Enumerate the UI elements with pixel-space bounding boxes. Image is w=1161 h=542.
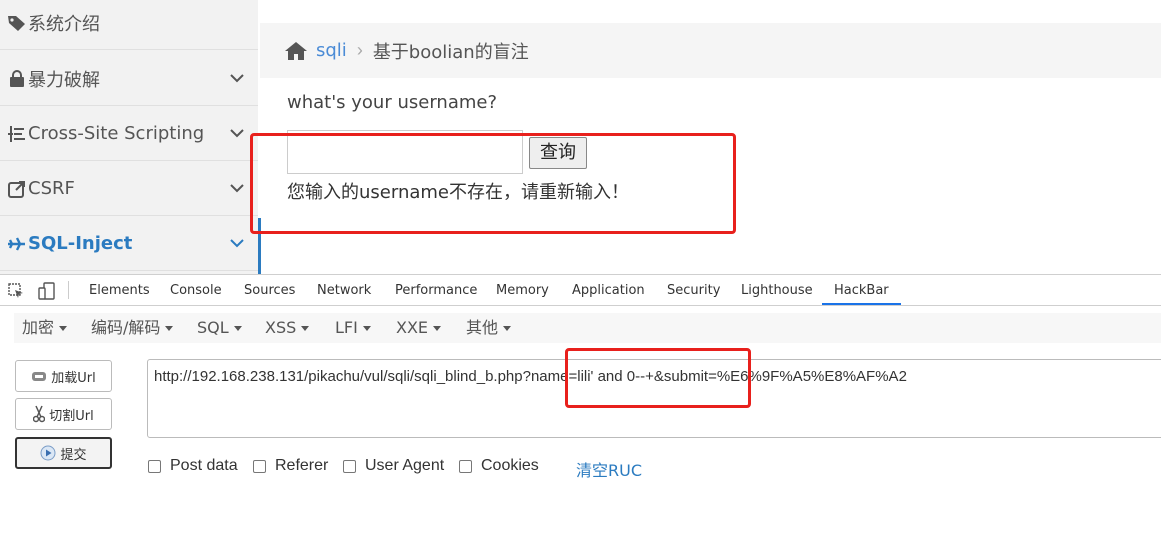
caret-down-icon: [59, 326, 68, 331]
caret-down-icon: [233, 326, 242, 331]
sidebar: 系统介绍 暴力破解 Cross-Site Scripting CSRF SQL-…: [0, 0, 258, 274]
user-agent-checkbox[interactable]: User Agent: [343, 457, 444, 475]
sidebar-item-csrf[interactable]: CSRF: [0, 162, 258, 216]
plane-icon: [6, 236, 28, 251]
chevron-down-icon: [230, 70, 244, 88]
menu-label: XXE: [396, 318, 429, 337]
menu-label: 编码/解码: [91, 318, 161, 337]
sidebar-item-label: SQL-Inject: [28, 233, 133, 254]
devtools-tabbar: Elements Console Sources Network Perform…: [0, 274, 1161, 306]
tab-performance[interactable]: Performance: [395, 275, 477, 305]
tree-icon: [6, 125, 28, 143]
checkbox-label: User Agent: [365, 457, 445, 474]
menu-label: SQL: [197, 318, 229, 337]
toolbar-divider: [68, 281, 69, 299]
device-toggle-icon[interactable]: [38, 282, 56, 305]
tab-application[interactable]: Application: [572, 275, 645, 305]
load-url-label: 加载Url: [51, 370, 96, 386]
checkbox-label: Referer: [275, 457, 329, 474]
checkbox-label: Cookies: [481, 457, 539, 474]
chevron-down-icon: [230, 180, 244, 198]
menu-xxe[interactable]: XXE: [396, 313, 442, 343]
sidebar-item-label: 暴力破解: [28, 69, 100, 91]
menu-encrypt[interactable]: 加密: [22, 313, 68, 343]
checkbox-box[interactable]: [459, 459, 472, 473]
sidebar-item-sqli[interactable]: SQL-Inject: [0, 217, 258, 271]
breadcrumb-separator: ›: [356, 40, 363, 60]
tab-network[interactable]: Network: [317, 275, 371, 305]
lock-icon: [6, 69, 28, 88]
sidebar-item-xss[interactable]: Cross-Site Scripting: [0, 107, 258, 161]
caret-down-icon: [165, 326, 174, 331]
tab-security[interactable]: Security: [667, 275, 720, 305]
clear-ruc-link[interactable]: 清空RUC: [576, 457, 642, 481]
menu-other[interactable]: 其他: [466, 313, 512, 343]
sidebar-item-intro[interactable]: 系统介绍: [0, 0, 258, 50]
breadcrumb-link-sqli[interactable]: sqli: [316, 40, 347, 61]
scissors-icon: [33, 405, 46, 423]
checkbox-label: Post data: [170, 457, 238, 474]
referer-checkbox[interactable]: Referer: [253, 457, 328, 475]
breadcrumb-current: 基于boolian的盲注: [372, 41, 529, 63]
highlight-box-payload: [565, 348, 751, 408]
checkbox-box[interactable]: [253, 459, 266, 473]
submit-label: 提交: [60, 447, 87, 463]
split-url-label: 切割Url: [49, 408, 94, 424]
caret-down-icon: [503, 326, 512, 331]
submit-button[interactable]: 提交: [15, 437, 112, 469]
chevron-down-icon: [230, 125, 244, 143]
play-icon: [40, 445, 56, 461]
highlight-box-form: [250, 133, 736, 234]
sidebar-item-label: CSRF: [28, 178, 75, 199]
external-link-icon: [6, 180, 28, 198]
menu-label: 加密: [22, 318, 55, 337]
username-prompt: what's your username?: [287, 92, 498, 113]
menu-label: XSS: [265, 318, 297, 337]
checkbox-box[interactable]: [148, 459, 161, 473]
checkbox-box[interactable]: [343, 459, 356, 473]
sidebar-item-label: 系统介绍: [28, 13, 100, 35]
hackbar-menu: 加密 编码/解码 SQL XSS LFI XXE 其他: [14, 313, 1161, 343]
load-url-button[interactable]: 加载Url: [15, 360, 112, 392]
menu-xss[interactable]: XSS: [265, 313, 310, 343]
split-url-button[interactable]: 切割Url: [15, 398, 112, 430]
chevron-down-icon: [230, 235, 244, 253]
tab-lighthouse[interactable]: Lighthouse: [741, 275, 813, 305]
breadcrumb: sqli › 基于boolian的盲注: [260, 23, 1161, 78]
tab-memory[interactable]: Memory: [496, 275, 549, 305]
inspect-icon[interactable]: [8, 283, 24, 304]
load-icon: [31, 369, 47, 383]
tab-hackbar[interactable]: HackBar: [822, 275, 901, 305]
menu-label: 其他: [466, 318, 499, 337]
sidebar-item-label: Cross-Site Scripting: [28, 123, 205, 144]
sidebar-item-bruteforce[interactable]: 暴力破解: [0, 52, 258, 106]
tab-console[interactable]: Console: [170, 275, 222, 305]
caret-down-icon: [301, 326, 310, 331]
tab-elements[interactable]: Elements: [89, 275, 150, 305]
menu-encode-decode[interactable]: 编码/解码: [91, 313, 174, 343]
cookies-checkbox[interactable]: Cookies: [459, 457, 539, 475]
menu-label: LFI: [335, 318, 358, 337]
menu-lfi[interactable]: LFI: [335, 313, 371, 343]
tab-sources[interactable]: Sources: [244, 275, 295, 305]
tag-icon: [6, 14, 28, 32]
caret-down-icon: [433, 326, 442, 331]
caret-down-icon: [362, 326, 371, 331]
post-data-checkbox[interactable]: Post data: [148, 457, 238, 475]
menu-sql[interactable]: SQL: [197, 313, 242, 343]
home-icon[interactable]: [284, 41, 308, 61]
